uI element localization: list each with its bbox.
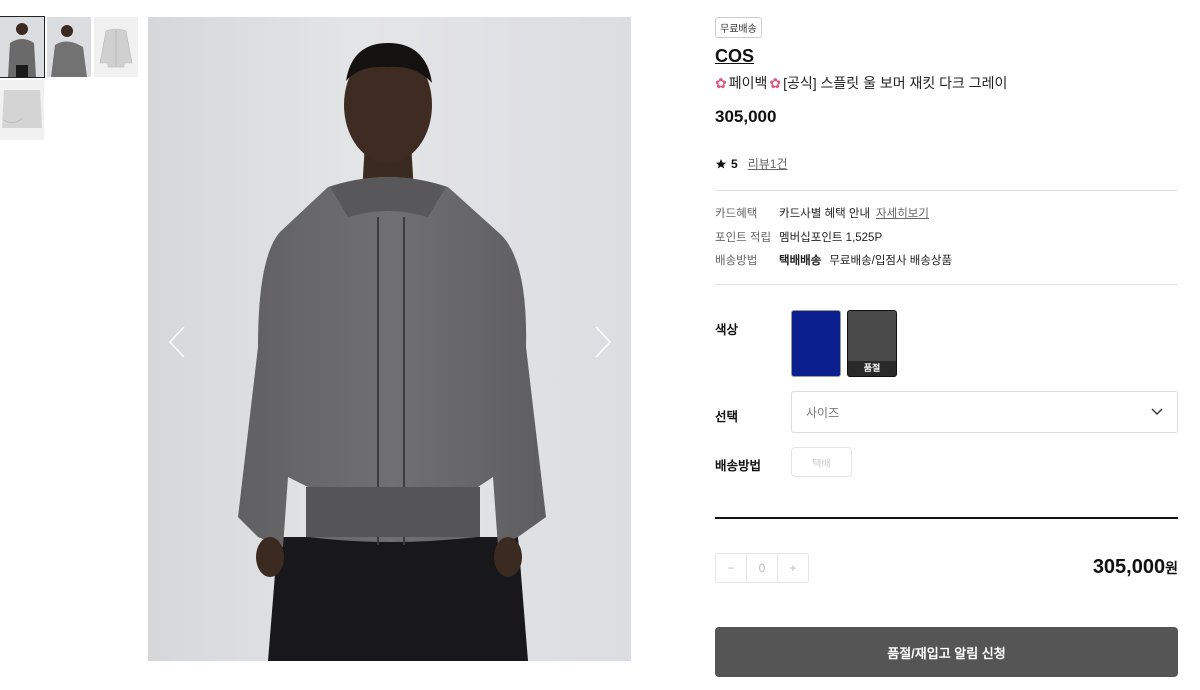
rating-summary: 5 리뷰1건 <box>715 155 1178 172</box>
product-name: [공식] 스플릿 울 보머 재킷 다크 그레이 <box>783 75 1008 91</box>
flower-icon: ✿ <box>769 74 782 91</box>
size-placeholder: 사이즈 <box>806 405 840 420</box>
chevron-left-icon <box>168 326 185 358</box>
qty-input[interactable]: 0 <box>746 554 778 582</box>
divider-thick <box>715 517 1178 519</box>
soldout-label: 품절 <box>848 361 896 376</box>
shipping-type: 택배배송 <box>779 255 822 267</box>
product-title: ✿ 페이백 ✿ [공식] 스플릿 울 보머 재킷 다크 그레이 <box>715 73 1178 93</box>
review-count-link[interactable]: 리뷰1건 <box>748 155 788 172</box>
color-label: 색상 <box>715 323 739 337</box>
shipping-option-button[interactable]: 택배 <box>791 447 852 477</box>
shipping-method-label: 배송방법 <box>715 459 762 473</box>
qty-minus-button[interactable]: − <box>716 554 746 582</box>
info-key: 포인트 적립 <box>715 231 772 244</box>
total-price: 305,000원 <box>1093 556 1178 579</box>
size-select[interactable]: 사이즈 <box>791 391 1178 433</box>
free-shipping-badge: 무료배송 <box>715 17 762 38</box>
benefit-info: 카드혜택 카드사별 혜택 안내 자세히보기 포인트 적립 멤버십포인트 1,52… <box>715 191 1178 284</box>
chevron-right-icon <box>595 326 612 358</box>
thumbnail-flat-front[interactable] <box>94 17 138 77</box>
info-value: 카드사별 혜택 안내 <box>779 208 871 220</box>
info-row-point: 포인트 적립 멤버십포인트 1,525P <box>715 227 1178 251</box>
payback-label: 페이백 <box>728 75 768 91</box>
flower-icon: ✿ <box>715 74 727 91</box>
star-icon <box>716 158 726 168</box>
info-row-card: 카드혜택 카드사별 혜택 안내 자세히보기 <box>715 203 1178 227</box>
product-price: 305,000 <box>715 107 777 126</box>
product-info-panel: 무료배송 COS ✿ 페이백 ✿ [공식] 스플릿 울 보머 재킷 다크 그레이… <box>715 17 1178 677</box>
info-value-group: 택배배송 무료배송/입점사 배송상품 <box>779 250 952 274</box>
info-value: 멤버십포인트 1,525P <box>779 231 883 244</box>
info-value: 무료배송/입점사 배송상품 <box>829 255 953 267</box>
restock-alert-button[interactable]: 품절/재입고 알림 신청 <box>715 627 1178 677</box>
info-key: 카드혜택 <box>715 208 758 220</box>
chevron-down-icon <box>1151 408 1163 415</box>
color-swatch-dark-gray[interactable]: 품절 <box>847 310 897 377</box>
divider <box>715 283 1178 285</box>
next-image-button[interactable] <box>588 322 618 362</box>
select-label: 선택 <box>715 410 739 424</box>
info-row-shipping: 배송방법 택배배송 무료배송/입점사 배송상품 <box>715 250 1178 274</box>
rating-score: 5 <box>731 156 738 171</box>
total-amount: 305,000 <box>1092 556 1166 578</box>
brand-link[interactable]: COS <box>715 46 754 67</box>
thumbnail-flat-back[interactable] <box>0 80 44 140</box>
quantity-stepper: − 0 + <box>715 553 809 583</box>
color-swatch-blue[interactable] <box>791 310 841 377</box>
main-product-image <box>148 17 631 661</box>
thumbnail-front-model[interactable] <box>0 16 45 78</box>
card-detail-link[interactable]: 자세히보기 <box>876 203 929 227</box>
qty-plus-button[interactable]: + <box>778 554 808 582</box>
prev-image-button[interactable] <box>162 322 192 362</box>
currency-unit: 원 <box>1165 560 1178 576</box>
thumbnail-side-model[interactable] <box>47 17 91 77</box>
product-photo <box>238 43 546 661</box>
info-key: 배송방법 <box>715 255 758 267</box>
